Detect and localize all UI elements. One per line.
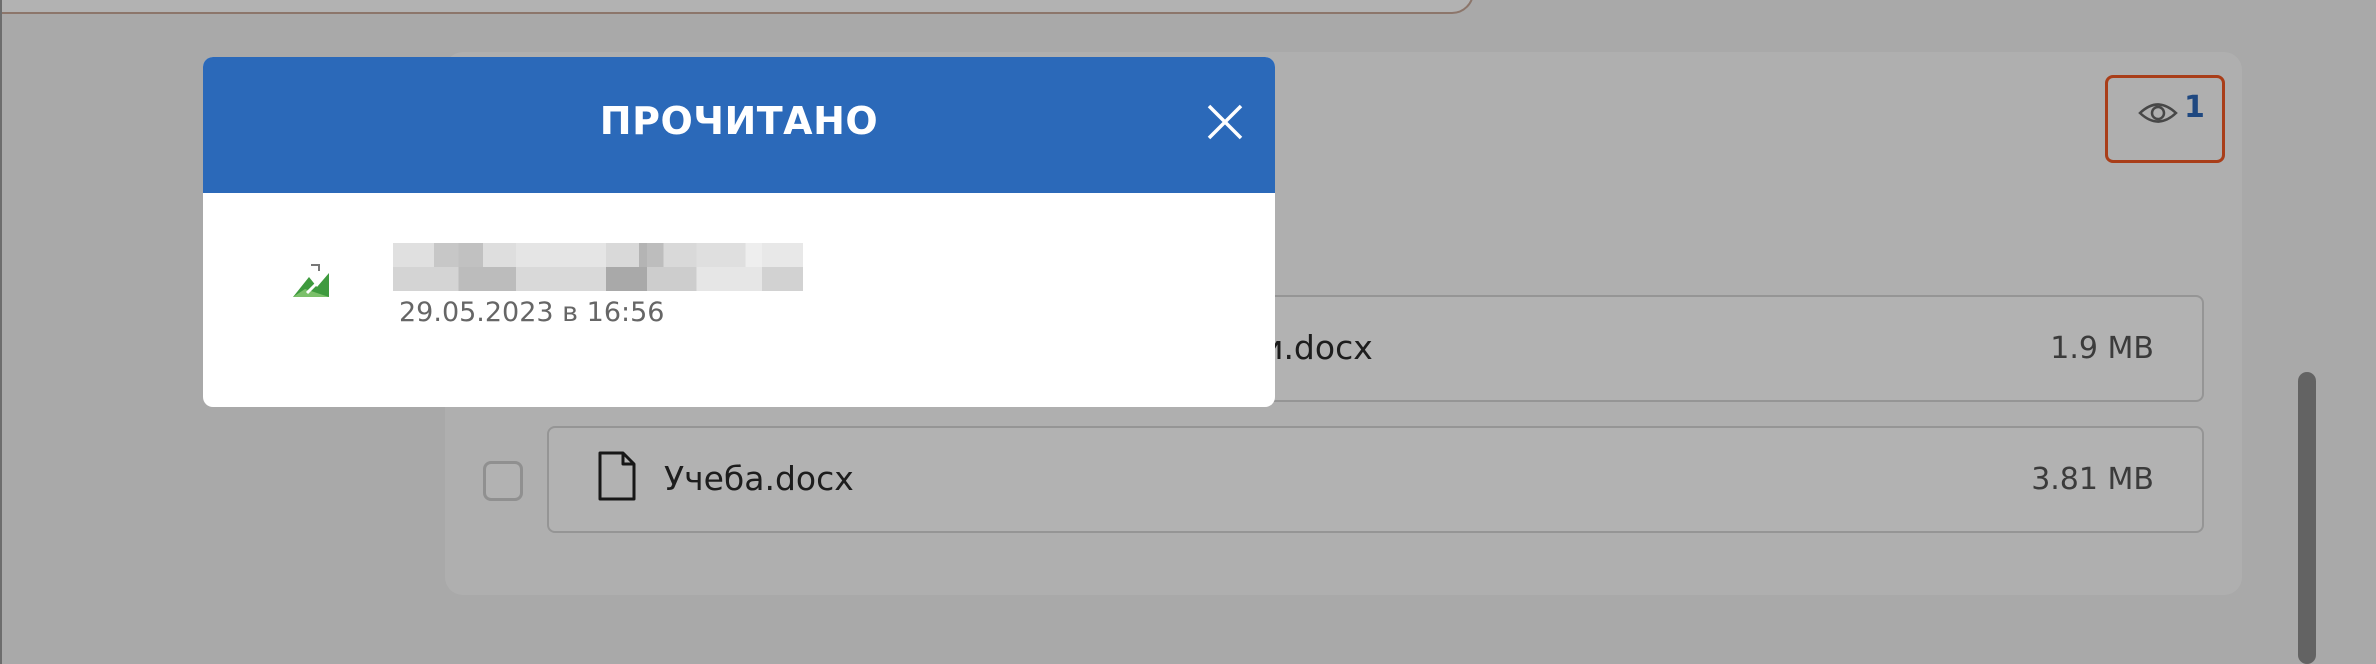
reader-name-redacted xyxy=(393,243,803,291)
close-icon[interactable] xyxy=(1205,102,1245,142)
modal-header: ПРОЧИТАНО xyxy=(203,57,1275,193)
reader-read-timestamp: 29.05.2023 в 16:56 xyxy=(399,297,665,328)
read-receipts-modal: ПРОЧИТАНО 29.05.2023 в 16:56 xyxy=(203,57,1275,407)
modal-title: ПРОЧИТАНО xyxy=(599,99,879,143)
avatar xyxy=(293,264,329,297)
reader-item: 29.05.2023 в 16:56 xyxy=(203,193,1275,407)
